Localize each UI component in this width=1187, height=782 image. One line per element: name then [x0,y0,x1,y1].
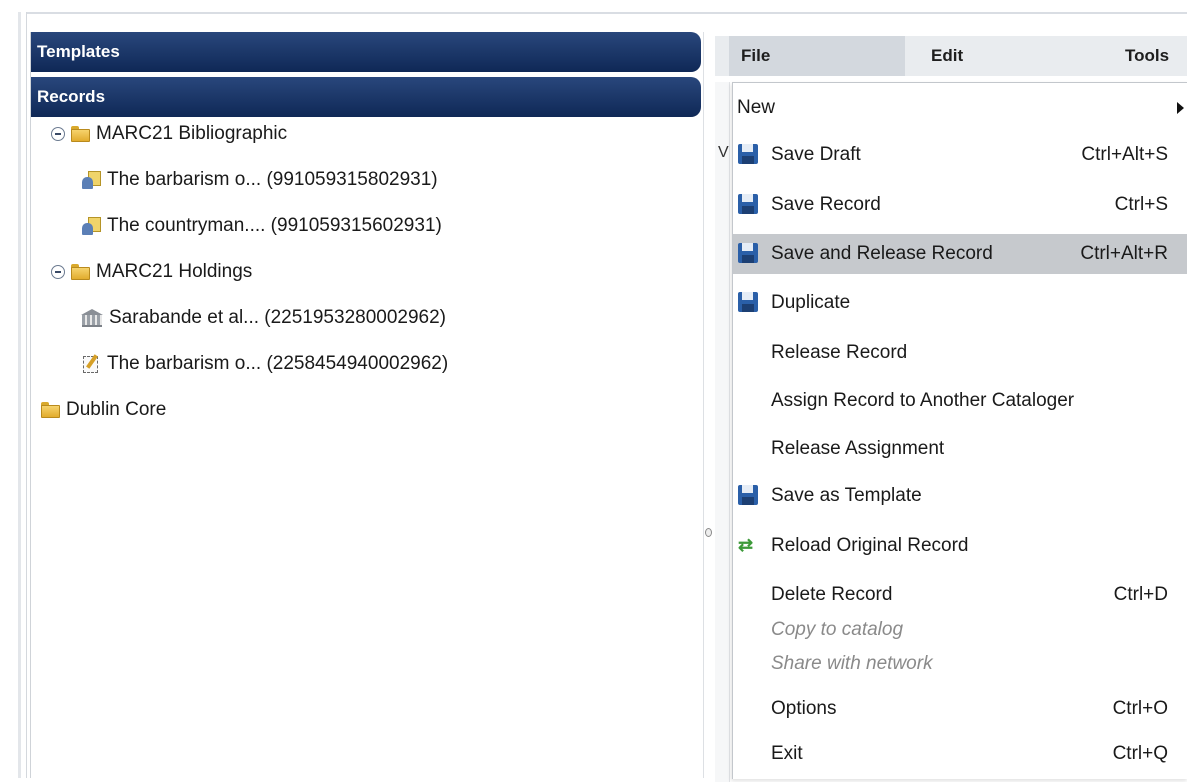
menu-item-delete-record[interactable]: Delete Record Ctrl+D [733,575,1187,615]
record-icon [81,170,101,190]
collapse-icon[interactable] [51,127,65,141]
menu-bar: File Edit Tools [715,36,1187,76]
folder-icon [71,126,90,142]
left-panel: Templates Records MARC21 Bibliographic T… [30,32,704,778]
menu-item-label: Assign Record to Another Cataloger [771,390,1075,411]
tree-item-label: The barbarism o... (2258454940002962) [107,353,449,374]
menu-item-label: Delete Record [771,584,893,605]
menu-item-label: Save and Release Record [771,243,993,264]
menu-item-label: Duplicate [771,292,851,313]
menu-item-shortcut: Ctrl+S [1114,194,1168,215]
menu-item-label: Exit [771,743,803,764]
menu-item-shortcut: Ctrl+Q [1112,743,1168,764]
menu-tools[interactable]: Tools [1125,36,1169,76]
menu-file[interactable]: File [729,36,905,76]
tree-item-label: Sarabande et al... (2251953280002962) [109,307,446,328]
menu-item-save-as-template[interactable]: Save as Template [733,476,1187,516]
menu-item-label: New [737,97,776,118]
save-icon [738,144,758,164]
left-edge-stripe [18,12,21,778]
menu-item-label: Reload Original Record [771,535,969,556]
menu-item-copy-to-catalog: Copy to catalog [733,615,1187,645]
menu-item-shortcut: Ctrl+Alt+S [1081,144,1168,165]
save-icon [738,485,758,505]
tree-item-label: MARC21 Bibliographic [96,123,288,144]
menu-item-save-record[interactable]: Save Record Ctrl+S [733,185,1187,225]
left-edge [0,12,27,778]
edit-record-icon [81,354,101,374]
menu-item-new[interactable]: New [733,88,1187,128]
menu-item-shortcut: Ctrl+O [1112,698,1168,719]
folder-icon [71,264,90,280]
menu-item-assign-record[interactable]: Assign Record to Another Cataloger [733,381,1187,421]
menu-item-save-and-release-record[interactable]: Save and Release Record Ctrl+Alt+R [733,234,1187,274]
background-column [715,82,730,782]
tree-item-label: The barbarism o... (991059315802931) [107,169,438,190]
menu-item-label: Save Draft [771,144,861,165]
top-strip [0,0,1187,14]
tree-item-label: Dublin Core [66,399,167,420]
collapse-icon[interactable] [51,265,65,279]
menu-item-duplicate[interactable]: Duplicate [733,283,1187,323]
menu-item-share-with-network: Share with network [733,649,1187,679]
holdings-icon [81,309,103,327]
record-icon [81,216,101,236]
menu-item-exit[interactable]: Exit Ctrl+Q [733,734,1187,774]
save-icon [738,243,758,263]
menu-item-label: Copy to catalog [771,619,904,640]
menu-item-label: Options [771,698,837,719]
menu-item-release-record[interactable]: Release Record [733,333,1187,373]
menu-item-options[interactable]: Options Ctrl+O [733,689,1187,729]
menu-item-label: Save Record [771,194,881,215]
submenu-arrow-icon [1177,102,1184,114]
templates-header[interactable]: Templates [31,32,701,72]
menu-item-save-draft[interactable]: Save Draft Ctrl+Alt+S [733,135,1187,175]
tree-item-record[interactable]: The countryman.... (991059315602931) [81,206,442,246]
menu-item-reload-original-record[interactable]: ⇄ Reload Original Record [733,526,1187,566]
menu-edit[interactable]: Edit [931,36,963,76]
tree-item-label: The countryman.... (991059315602931) [107,215,442,236]
folder-icon [41,402,60,418]
records-header[interactable]: Records [31,77,701,117]
tree-item-label: MARC21 Holdings [96,261,253,282]
splitter-handle-icon[interactable] [705,528,712,537]
menu-item-release-assignment[interactable]: Release Assignment [733,429,1187,469]
save-icon [738,292,758,312]
menu-item-shortcut: Ctrl+Alt+R [1080,243,1168,264]
save-icon [738,194,758,214]
menu-item-label: Share with network [771,653,933,674]
reload-icon: ⇄ [738,535,754,555]
tree-item-marc21-bibliographic[interactable]: MARC21 Bibliographic [51,114,287,154]
file-menu-dropdown: New Save Draft Ctrl+Alt+S Save Record Ct… [732,82,1187,779]
background-text: V [718,144,729,161]
menu-item-shortcut: Ctrl+D [1113,584,1168,605]
menu-item-label: Release Record [771,342,908,363]
tree-item-holdings[interactable]: Sarabande et al... (2251953280002962) [81,298,446,338]
tree-item-dublin-core[interactable]: Dublin Core [41,390,166,430]
tree-item-record[interactable]: The barbarism o... (991059315802931) [81,160,438,200]
menu-item-label: Save as Template [771,485,922,506]
tree-item-record-edit[interactable]: The barbarism o... (2258454940002962) [81,344,448,384]
menu-item-label: Release Assignment [771,438,945,459]
tree-item-marc21-holdings[interactable]: MARC21 Holdings [51,252,252,292]
